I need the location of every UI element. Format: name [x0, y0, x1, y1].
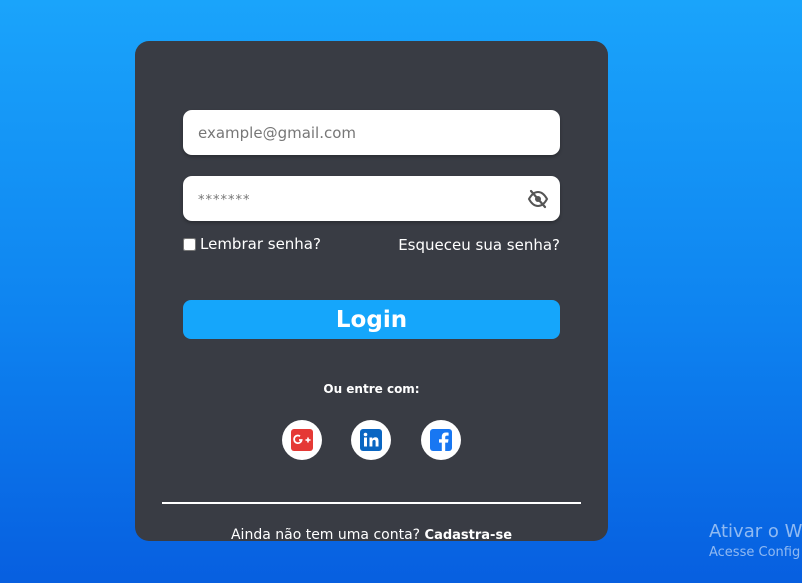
email-field-container[interactable] — [183, 110, 560, 155]
signup-link[interactable]: Cadastra-se — [425, 528, 512, 541]
signup-prompt: Ainda não tem uma conta? — [230, 527, 421, 541]
watermark-title: Ativar o W — [709, 521, 802, 542]
linkedin-login-button[interactable] — [351, 420, 391, 460]
options-row: Lembrar senha? Esqueceu sua senha? — [183, 235, 560, 259]
login-button[interactable]: Login — [183, 300, 560, 339]
eye-slash-icon[interactable] — [527, 189, 549, 209]
password-field-container[interactable] — [183, 176, 560, 221]
facebook-login-button[interactable] — [421, 420, 461, 460]
divider — [162, 502, 581, 504]
remember-me[interactable]: Lembrar senha? — [183, 235, 321, 253]
google-login-button[interactable] — [282, 420, 322, 460]
remember-label: Lembrar senha? — [200, 235, 321, 253]
watermark-subtitle: Acesse Config — [709, 545, 801, 560]
forgot-password-link[interactable]: Esqueceu sua senha? — [398, 236, 560, 254]
login-card: Lembrar senha? Esqueceu sua senha? Login… — [135, 41, 608, 541]
google-plus-icon — [291, 429, 313, 451]
linkedin-icon — [360, 429, 382, 451]
signup-row: Ainda não tem uma conta? Cadastra-se — [135, 527, 608, 541]
password-input[interactable] — [198, 176, 528, 221]
remember-checkbox[interactable] — [183, 237, 196, 251]
email-input[interactable] — [198, 110, 528, 155]
facebook-icon — [430, 429, 452, 451]
windows-activation-watermark: Ativar o W Acesse Config — [709, 521, 802, 560]
alternative-login-text: Ou entre com: — [323, 382, 420, 396]
